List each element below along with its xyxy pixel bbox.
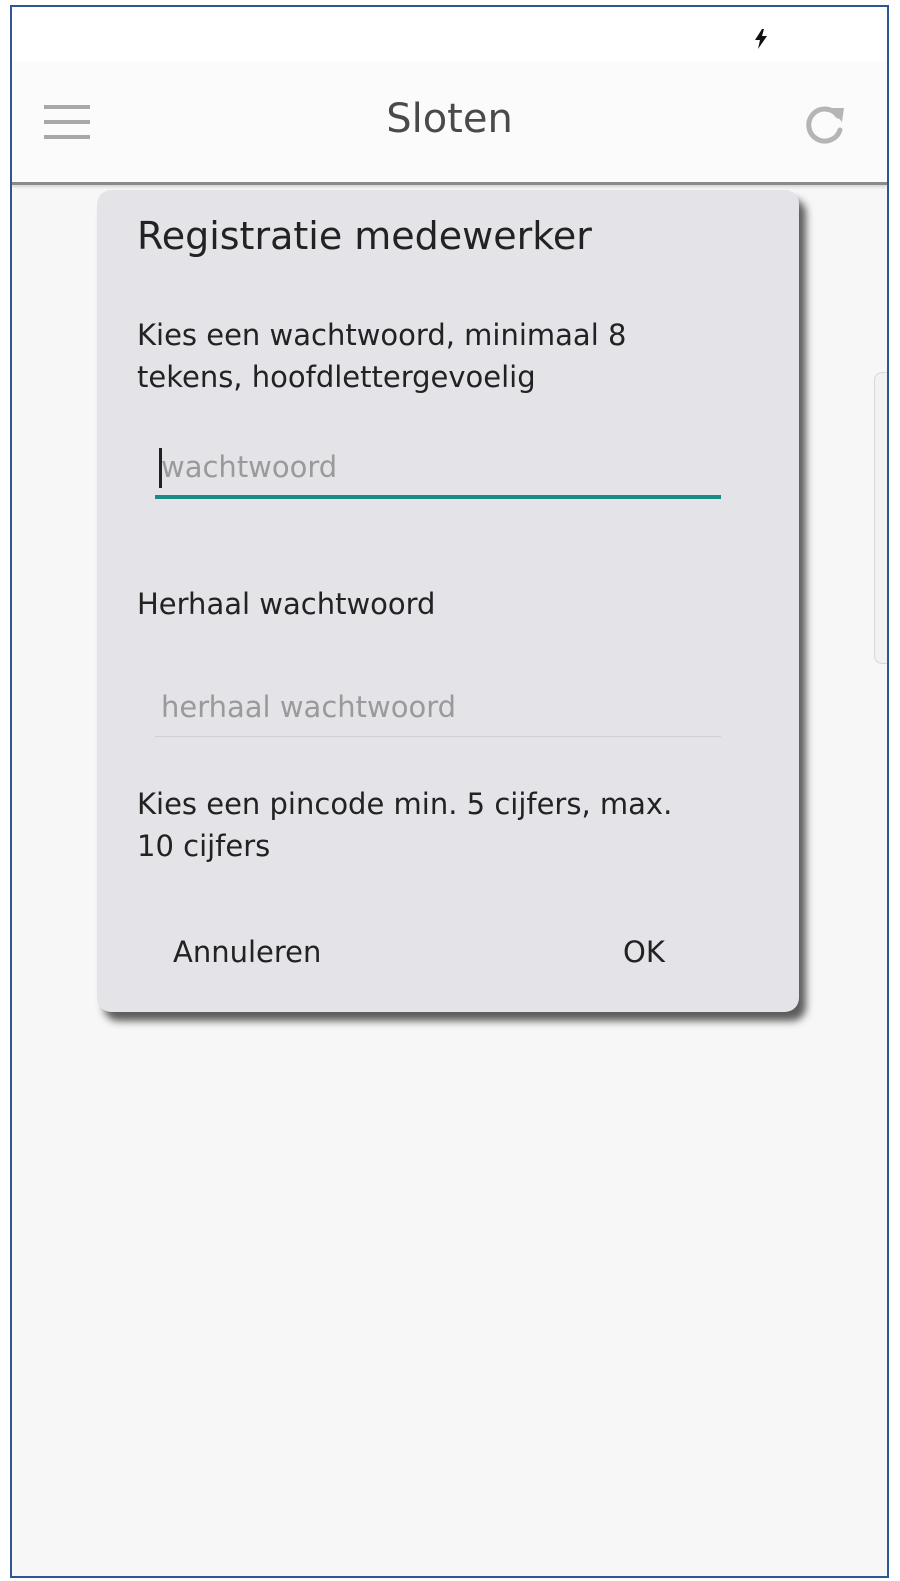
refresh-icon[interactable]: [802, 102, 846, 146]
pincode-instruction: Kies een pincode min. 5 cijfers, max. 10…: [137, 787, 673, 863]
dialog-title: Registratie medewerker: [137, 214, 592, 258]
page-title: Sloten: [386, 96, 513, 142]
text-cursor: [159, 448, 162, 488]
background-panel-edge: [874, 372, 887, 664]
registration-dialog: Registratie medewerker Kies een wachtwoo…: [97, 190, 799, 1012]
repeat-password-label: Herhaal wachtwoord: [137, 587, 436, 621]
charging-icon: [755, 29, 767, 49]
password-instruction: Kies een wachtwoord, minimaal 8 tekens, …: [137, 318, 627, 394]
cancel-button[interactable]: Annuleren: [173, 923, 321, 981]
status-bar: [12, 7, 887, 62]
phone-screen: Sloten Registratie medewerker Kies een w…: [10, 5, 889, 1578]
ok-button[interactable]: OK: [623, 923, 665, 981]
app-bar: Sloten: [12, 62, 887, 185]
repeat-password-input[interactable]: [155, 677, 721, 737]
password-input[interactable]: [155, 439, 721, 499]
